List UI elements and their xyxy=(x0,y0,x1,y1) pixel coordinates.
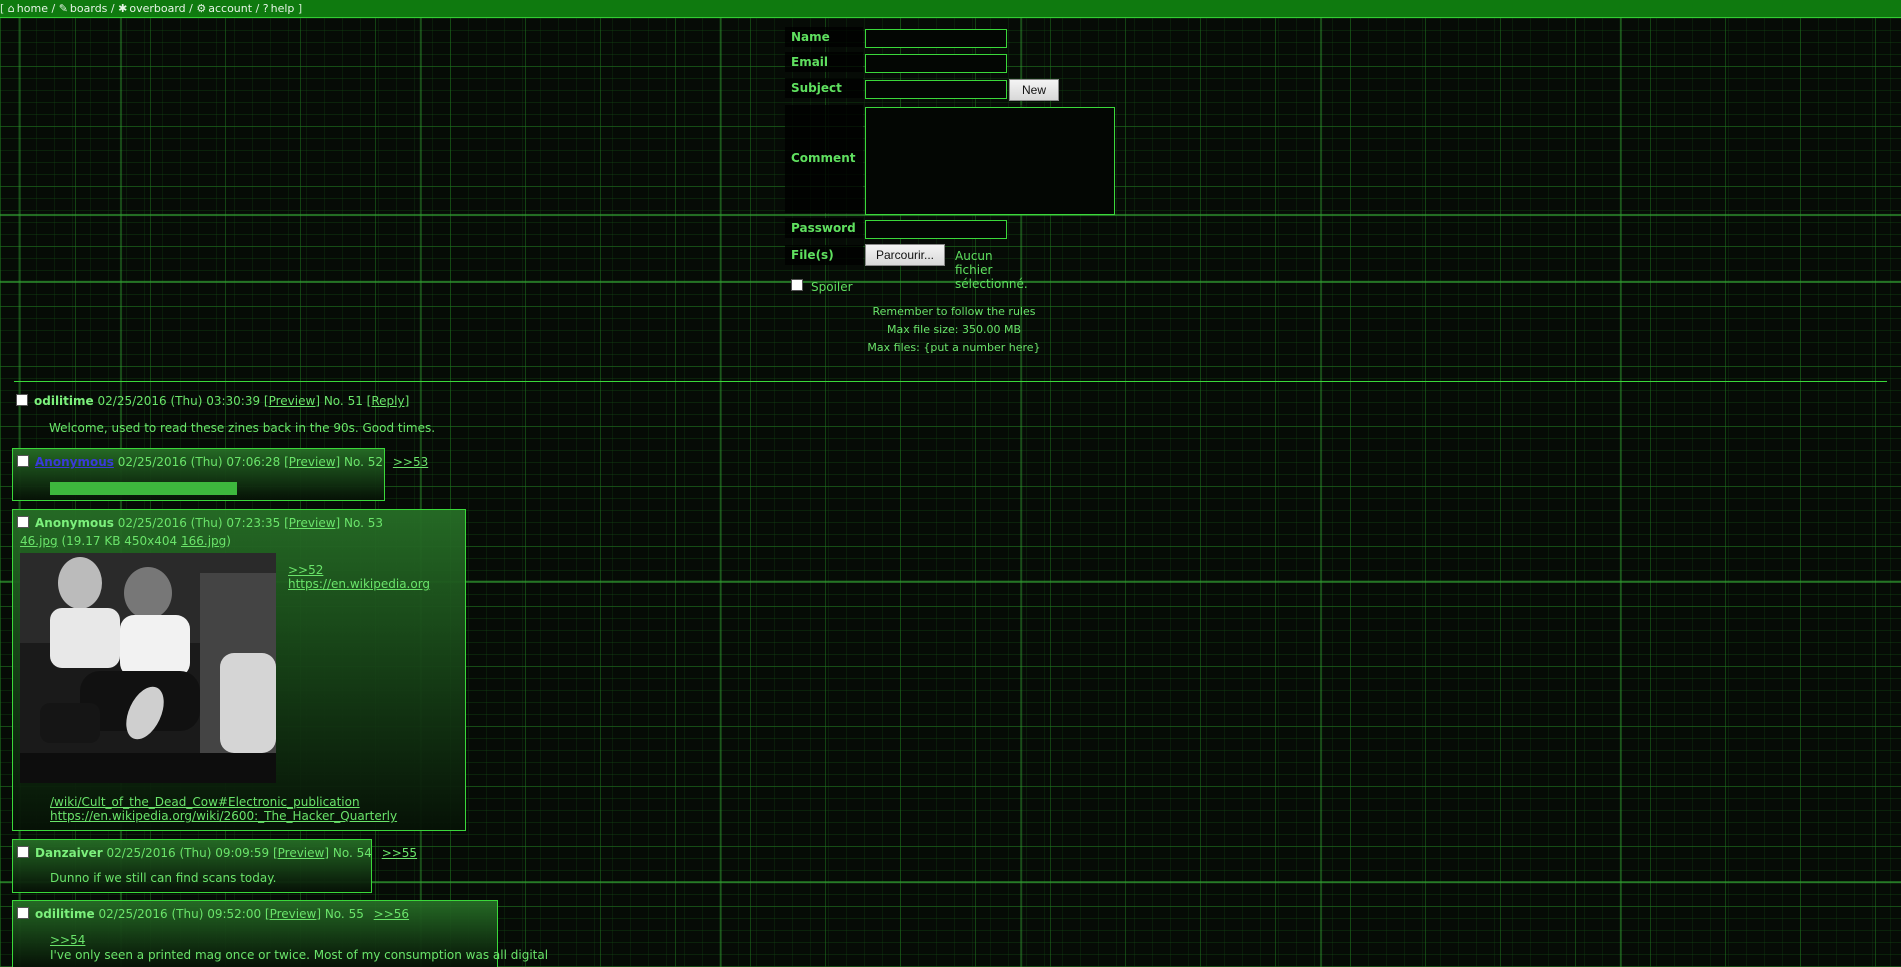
file-original-link[interactable]: 166.jpg xyxy=(181,534,226,548)
post-reply: Anonymous 02/25/2016 (Thu) 07:06:28 [Pre… xyxy=(12,448,428,501)
files-label: File(s) xyxy=(785,245,863,265)
post-number[interactable]: No. 54 xyxy=(333,846,372,860)
post-date: 02/25/2016 (Thu) 09:52:00 xyxy=(98,907,262,921)
post-reply: Anonymous 02/25/2016 (Thu) 07:23:35 [Pre… xyxy=(12,509,466,831)
backlink[interactable]: >>55 xyxy=(382,846,417,860)
post-select-checkbox[interactable] xyxy=(17,516,29,528)
home-icon: ⌂ xyxy=(7,2,15,15)
post-author: odilitime xyxy=(35,907,95,921)
spoiler-label: Spoiler xyxy=(811,280,853,294)
post-select-checkbox[interactable] xyxy=(17,907,29,919)
post-reply: odilitime 02/25/2016 (Thu) 09:52:00 [Pre… xyxy=(12,900,548,967)
external-link[interactable]: /wiki/Cult_of_the_Dead_Cow#Electronic_pu… xyxy=(50,795,360,809)
nav-overboard-link[interactable]: ✱ overboard xyxy=(118,2,186,15)
post-reply: Danzaiver 02/25/2016 (Thu) 09:09:59 [Pre… xyxy=(12,839,417,893)
post-number[interactable]: No. 51 xyxy=(324,394,363,408)
new-topic-button[interactable]: New Topic xyxy=(1009,79,1060,117)
preview-link[interactable]: [Preview] xyxy=(284,516,340,530)
reply-link[interactable]: [Reply] xyxy=(367,394,410,408)
post-image-thumbnail[interactable] xyxy=(20,553,276,783)
nav-account-link[interactable]: ⚙ account xyxy=(196,2,252,15)
post-select-checkbox[interactable] xyxy=(17,846,29,858)
post-header: odilitime 02/25/2016 (Thu) 03:30:39 [Pre… xyxy=(16,394,409,408)
post-number[interactable]: No. 55 xyxy=(325,907,364,921)
subject-input[interactable] xyxy=(865,80,1007,99)
nav-boards-link[interactable]: ✎ boards xyxy=(59,2,108,15)
photo-people-dancing xyxy=(20,553,276,783)
post-select-checkbox[interactable] xyxy=(17,455,29,467)
asterisk-icon: ✱ xyxy=(118,2,128,15)
post-header: Anonymous 02/25/2016 (Thu) 07:23:35 [Pre… xyxy=(17,516,383,530)
post-header: odilitime 02/25/2016 (Thu) 09:52:00 [Pre… xyxy=(17,907,409,921)
post-number[interactable]: No. 53 xyxy=(344,516,383,530)
email-label: Email xyxy=(785,52,863,72)
file-meta-close: ) xyxy=(226,534,231,548)
subject-label: Subject xyxy=(785,78,863,98)
external-link[interactable]: https://en.wikipedia.org/wiki/2600:_The_… xyxy=(50,809,397,823)
rules-line-maxfiles: Max files: {put a number here} xyxy=(867,341,1041,354)
password-label: Password xyxy=(785,218,863,238)
post-body: Dunno if we still can find scans today. xyxy=(50,871,277,885)
email-input[interactable] xyxy=(865,54,1007,73)
question-icon: ? xyxy=(262,2,269,15)
file-link[interactable]: 46.jpg xyxy=(20,534,58,548)
post-date: 02/25/2016 (Thu) 09:09:59 xyxy=(106,846,270,860)
spoiler-checkbox[interactable] xyxy=(791,279,803,291)
preview-link[interactable]: [Preview] xyxy=(284,455,340,469)
file-info: 46.jpg (19.17 KB 450x404 166.jpg) xyxy=(20,534,231,548)
quote-link[interactable]: >>54 xyxy=(50,933,85,947)
preview-link[interactable]: [Preview] xyxy=(265,907,321,921)
password-input[interactable] xyxy=(865,220,1007,239)
backlink[interactable]: >>53 xyxy=(393,455,428,469)
spoiler-text-bar[interactable] xyxy=(50,482,237,495)
tags-icon: ✎ xyxy=(58,2,68,15)
nav-help-link[interactable]: ? help xyxy=(263,2,295,15)
name-input[interactable] xyxy=(865,29,1007,48)
name-label: Name xyxy=(785,27,863,47)
post-body: I've only seen a printed mag once or twi… xyxy=(50,948,549,962)
preview-link[interactable]: [Preview] xyxy=(264,394,320,408)
quote-link[interactable]: >>52 xyxy=(288,563,323,577)
rules-line-follow: Remember to follow the rules xyxy=(872,305,1036,318)
rules-line-filesize: Max file size: 350.00 MB xyxy=(886,323,1022,336)
preview-link[interactable]: [Preview] xyxy=(273,846,329,860)
post-header: Danzaiver 02/25/2016 (Thu) 09:09:59 [Pre… xyxy=(17,846,417,860)
nav-close-bracket: ] xyxy=(297,2,303,15)
comment-textarea[interactable] xyxy=(865,107,1115,215)
nav-open-bracket: [ xyxy=(0,2,5,15)
form-divider xyxy=(14,381,1887,382)
post-author[interactable]: Anonymous xyxy=(35,455,114,469)
rules-notice: Remember to follow the rules Max file si… xyxy=(865,303,1043,357)
post-date: 02/25/2016 (Thu) 03:30:39 xyxy=(97,394,261,408)
nav-home-link[interactable]: ⌂ home xyxy=(8,2,48,15)
external-link[interactable]: https://en.wikipedia.org xyxy=(288,577,430,591)
file-status-text: Aucun fichier sélectionné. xyxy=(955,249,1028,291)
top-nav-bar: [ ⌂ home / ✎ boards / ✱ overboard / ⚙ accoun… xyxy=(0,0,1901,18)
browse-files-button[interactable]: Parcourir... xyxy=(865,244,946,266)
post-op: odilitime 02/25/2016 (Thu) 03:30:39 [Pre… xyxy=(12,388,436,438)
post-number[interactable]: No. 52 xyxy=(344,455,383,469)
post-body: Welcome, used to read these zines back i… xyxy=(49,421,436,435)
comment-label: Comment xyxy=(785,105,863,213)
post-author: Danzaiver xyxy=(35,846,103,860)
post-header: Anonymous 02/25/2016 (Thu) 07:06:28 [Pre… xyxy=(17,455,428,469)
file-meta: (19.17 KB 450x404 xyxy=(61,534,178,548)
post-author: Anonymous xyxy=(35,516,114,530)
post-date: 02/25/2016 (Thu) 07:06:28 xyxy=(117,455,281,469)
post-date: 02/25/2016 (Thu) 07:23:35 xyxy=(117,516,281,530)
post-author: odilitime xyxy=(34,394,94,408)
backlink[interactable]: >>56 xyxy=(374,907,409,921)
gear-icon: ⚙ xyxy=(196,2,207,15)
post-select-checkbox[interactable] xyxy=(16,394,28,406)
